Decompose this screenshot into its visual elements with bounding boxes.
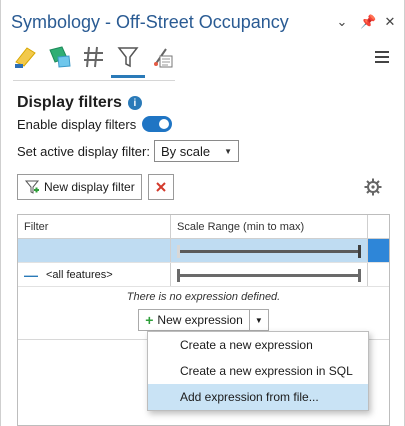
info-icon[interactable]: i: [127, 96, 142, 110]
new-expression-menu: Create a new expression Create a new exp…: [147, 331, 369, 411]
scale-range-slider[interactable]: [177, 245, 361, 258]
window-controls: ⌄ 📌 ✕: [336, 14, 396, 30]
scale-range-cell[interactable]: [171, 263, 368, 286]
enable-filters-toggle[interactable]: [142, 116, 173, 132]
pin-icon[interactable]: 📌: [360, 14, 376, 30]
tab-divider: [13, 80, 175, 81]
chevron-down-icon: ▼: [224, 146, 233, 156]
grid-header: Filter Scale Range (min to max): [18, 215, 389, 239]
symbology-pane: Symbology - Off-Street Occupancy ⌄ 📌 ✕ D…: [0, 0, 405, 426]
table-row[interactable]: [18, 239, 389, 263]
active-filter-label: Set active display filter:: [17, 143, 150, 159]
pane-title: Symbology - Off-Street Occupancy: [11, 12, 289, 32]
vary-symbology-icon[interactable]: [47, 44, 73, 70]
chevron-down-icon: ▼: [254, 315, 263, 325]
menu-icon[interactable]: [374, 50, 390, 64]
new-expression-split-button: + New expression ▼: [138, 309, 269, 331]
delete-icon: [155, 182, 166, 192]
new-expression-dropdown-button[interactable]: ▼: [250, 310, 268, 330]
chevron-down-icon[interactable]: ⌄: [336, 14, 348, 30]
new-filter-icon: [24, 180, 40, 194]
filter-name-cell[interactable]: [18, 239, 171, 262]
filter-name: <all features>: [46, 268, 113, 281]
filter-toolbar: New display filter: [17, 174, 174, 200]
primary-symbology-icon[interactable]: [13, 44, 39, 70]
menu-item-add-expression-from-file[interactable]: Add expression from file...: [148, 384, 368, 410]
enable-filters-label: Enable display filters: [17, 116, 137, 132]
table-row[interactable]: — <all features>: [18, 263, 389, 287]
min-scale-handle[interactable]: [177, 245, 180, 258]
close-icon[interactable]: ✕: [384, 14, 396, 30]
enable-filters-row: Enable display filters: [17, 116, 173, 132]
no-expression-text: There is no expression defined.: [126, 291, 281, 303]
symbol-layer-drawing-icon[interactable]: [81, 44, 107, 70]
row-end-cell: [368, 239, 389, 262]
column-header-scale-range[interactable]: Scale Range (min to max): [171, 215, 368, 238]
gear-icon[interactable]: [364, 178, 382, 196]
symbology-tabs: [13, 44, 175, 78]
new-expression-button[interactable]: + New expression: [139, 310, 250, 330]
plus-icon: +: [145, 312, 154, 328]
new-display-filter-button[interactable]: New display filter: [17, 174, 142, 200]
menu-item-create-expression[interactable]: Create a new expression: [148, 332, 368, 358]
new-display-filter-label: New display filter: [44, 180, 135, 194]
pane-titlebar: Symbology - Off-Street Occupancy ⌄ 📌 ✕: [11, 12, 396, 38]
max-scale-handle[interactable]: [358, 269, 361, 282]
row-end-cell: [368, 263, 389, 286]
active-filter-row: Set active display filter: By scale ▼: [17, 140, 240, 162]
new-expression-wrap: + New expression ▼: [18, 309, 389, 331]
label-classes-icon[interactable]: [149, 44, 175, 70]
display-filters-icon[interactable]: [111, 44, 145, 78]
section-title-text: Display filters: [17, 94, 122, 111]
scale-range-cell[interactable]: [171, 239, 368, 262]
feature-symbol-icon: —: [24, 266, 38, 283]
scale-range-slider[interactable]: [177, 269, 361, 282]
column-header-filter[interactable]: Filter: [18, 215, 171, 238]
new-expression-label: New expression: [157, 313, 243, 327]
delete-filter-button[interactable]: [147, 174, 174, 200]
active-filter-select[interactable]: By scale ▼: [153, 140, 240, 162]
active-filter-value: By scale: [160, 143, 211, 159]
filter-name-cell[interactable]: — <all features>: [18, 263, 171, 286]
max-scale-handle[interactable]: [358, 245, 361, 258]
min-scale-handle[interactable]: [177, 269, 180, 282]
menu-item-create-expression-sql[interactable]: Create a new expression in SQL: [148, 358, 368, 384]
section-title: Display filters i: [17, 94, 142, 112]
